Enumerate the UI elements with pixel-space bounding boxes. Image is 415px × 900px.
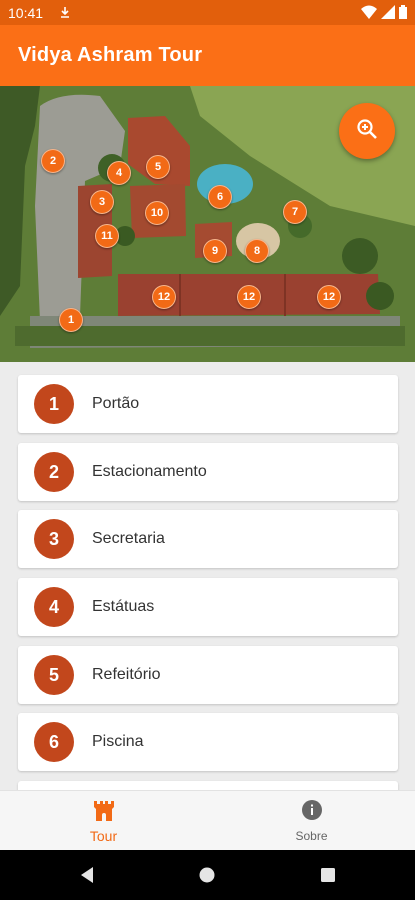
info-icon: [301, 799, 323, 826]
map-pin[interactable]: 8: [245, 239, 269, 263]
tab-tour[interactable]: Tour: [0, 791, 207, 851]
zoom-button[interactable]: [339, 103, 395, 159]
list-item[interactable]: 5 Refeitório: [18, 646, 398, 704]
map-pin[interactable]: 12: [237, 285, 261, 309]
location-number: 5: [34, 655, 74, 695]
map-pin[interactable]: 4: [107, 161, 131, 185]
location-name: Refeitório: [92, 666, 161, 683]
list-item[interactable]: 2 Estacionamento: [18, 443, 398, 501]
download-icon: [60, 6, 70, 22]
list-item[interactable]: 6 Piscina: [18, 713, 398, 771]
map-pin[interactable]: 11: [95, 224, 119, 248]
location-name: Piscina: [92, 733, 144, 750]
location-name: Estátuas: [92, 598, 155, 615]
map-pin[interactable]: 1: [59, 308, 83, 332]
map-pin[interactable]: 6: [208, 185, 232, 209]
map-pin[interactable]: 10: [145, 201, 169, 225]
status-bar: 10:41: [0, 0, 415, 25]
map-pin[interactable]: 2: [41, 149, 65, 173]
zoom-in-icon: [355, 117, 379, 146]
wifi-icon: [361, 5, 377, 22]
location-number: 4: [34, 587, 74, 627]
location-name: Estacionamento: [92, 463, 207, 480]
list-item[interactable]: 3 Secretaria: [18, 510, 398, 568]
location-number: 6: [34, 722, 74, 762]
map-pin[interactable]: 12: [317, 285, 341, 309]
list-item[interactable]: 4 Estátuas: [18, 578, 398, 636]
map-pin[interactable]: 7: [283, 200, 307, 224]
castle-icon: [92, 799, 116, 826]
app-bar: Vidya Ashram Tour: [0, 25, 415, 86]
signal-icon: [381, 5, 395, 22]
location-name: Secretaria: [92, 530, 165, 547]
tab-sobre[interactable]: Sobre: [208, 791, 415, 851]
location-number: 3: [34, 519, 74, 559]
battery-icon: [399, 5, 407, 22]
tab-sobre-label: Sobre: [295, 829, 328, 843]
location-name: Portão: [92, 395, 140, 412]
map-pin[interactable]: 9: [203, 239, 227, 263]
status-time: 10:41: [8, 4, 44, 21]
bottom-navigation: Tour Sobre: [0, 790, 415, 851]
location-number: 1: [34, 384, 74, 424]
location-list[interactable]: 1 Portão 2 Estacionamento 3 Secretaria 4…: [0, 362, 415, 790]
recents-icon[interactable]: [320, 867, 336, 888]
map-pin[interactable]: 12: [152, 285, 176, 309]
home-icon[interactable]: [199, 867, 215, 888]
location-number: 2: [34, 452, 74, 492]
app-title: Vidya Ashram Tour: [18, 44, 203, 66]
back-icon[interactable]: [79, 867, 95, 888]
tab-tour-label: Tour: [89, 827, 118, 844]
map-pin[interactable]: 5: [146, 155, 170, 179]
system-navigation-bar: [0, 850, 415, 900]
map-pin[interactable]: 3: [90, 190, 114, 214]
list-item[interactable]: 1 Portão: [18, 375, 398, 433]
list-item[interactable]: [18, 781, 398, 790]
